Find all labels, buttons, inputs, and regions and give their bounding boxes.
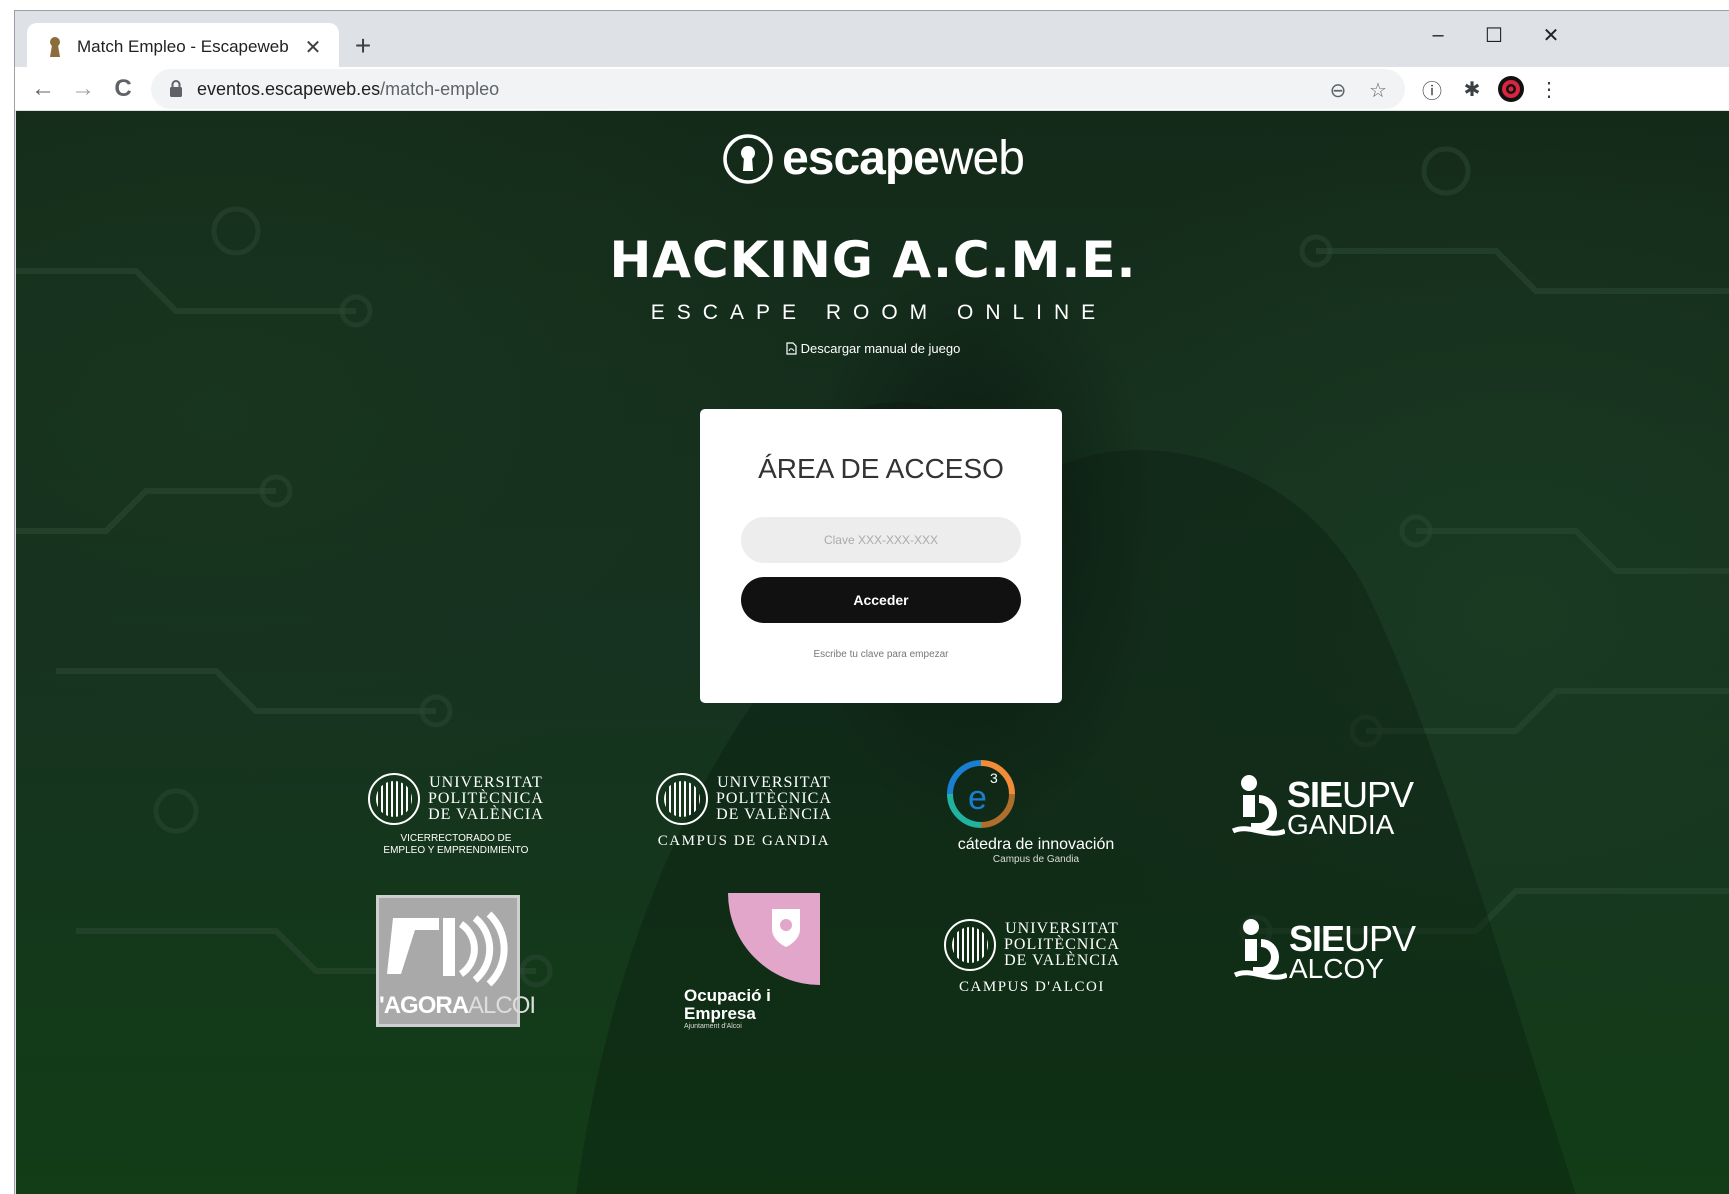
upv-seal-icon [944,919,996,971]
back-icon[interactable]: ← [27,73,59,105]
upv-vice-line3: DE VALÈNCIA [428,806,544,823]
keyhole-logo-icon [723,133,773,184]
close-window-button[interactable]: ✕ [1525,15,1577,55]
login-hint: Escribe tu clave para empezar [813,649,949,660]
page-subtitle: ESCAPE ROOM ONLINE [650,301,1108,324]
catedra-innovacion-logo: e 3 cátedra de innovación Campus de Gand… [946,759,1126,865]
sie-mark-icon [1233,919,1287,980]
acceder-button[interactable]: Acceder [741,577,1021,623]
tab-strip: Match Empleo - Escapeweb ✕ + – ☐ ✕ [15,11,1729,71]
upv-gandia-line1: UNIVERSITAT [717,774,831,791]
agora-mark-icon [387,911,508,987]
svg-text:e: e [968,779,987,817]
agora-light: ALCOI [468,992,536,1019]
new-tab-button[interactable]: + [345,29,381,65]
upv-seal-icon [368,773,420,825]
download-manual-link[interactable]: Descargar manual de juego [16,341,1729,356]
logo-text: escapeweb [782,131,1025,186]
url-path: /match-empleo [380,78,500,99]
browser-toolbar: ← → C eventos.escapeweb.es/match-empleo … [15,67,1729,111]
agora-bold: 'AGORA [379,992,469,1019]
page-title: HACKING A.C.M.E. [609,231,1137,289]
forward-icon[interactable]: → [67,73,99,105]
sie-mark-icon [1231,775,1285,836]
chrome-menu-icon[interactable]: ⋮ [1535,75,1563,103]
upv-alcoi-line1: UNIVERSITAT [1005,920,1119,937]
lock-icon [170,80,182,97]
keyhole-favicon-icon [47,36,63,58]
upv-alcoi-line2: POLITÈCNICA [1004,936,1120,953]
extensions-puzzle-icon[interactable]: ✱ [1458,75,1486,103]
address-bar[interactable]: eventos.escapeweb.es/match-empleo ⊖ ☆ [151,69,1405,109]
profile-avatar-icon[interactable] [1497,75,1525,103]
catedra-name: cátedra de innovación [957,836,1115,853]
zoom-icon[interactable]: ⊖ [1325,77,1351,103]
upv-vice-sub2: EMPLEO Y EMPRENDIMIENTO [383,845,529,856]
url-domain: eventos.escapeweb.es [197,78,381,99]
upv-vice-line1: UNIVERSITAT [429,774,543,791]
upv-alcoi-sub: CAMPUS D'ALCOI [959,979,1105,995]
svg-text:3: 3 [990,770,998,786]
upv-vice-line2: POLITÈCNICA [428,790,544,807]
upv-gandia-line2: POLITÈCNICA [716,790,832,807]
upv-seal-icon [656,773,708,825]
download-manual-label: Descargar manual de juego [800,341,961,356]
reload-icon[interactable]: C [107,73,139,105]
upv-campus-alcoi-logo: UNIVERSITAT POLITÈCNICA DE VALÈNCIA CAMP… [944,919,1120,996]
upv-alcoi-line3: DE VALÈNCIA [1004,952,1120,969]
tab-close-icon[interactable]: ✕ [301,35,325,60]
sie-alcoy-place: ALCOY [1289,953,1384,984]
catedra-sub: Campus de Gandia [992,854,1080,865]
upv-gandia-sub: CAMPUS DE GANDIA [657,833,831,849]
sieupv-gandia-logo: SIEUPV GANDIA [1229,773,1414,843]
e3-logo-icon: e 3 [947,760,1015,828]
ocupacio-empresa-logo: Ocupació i Empresa Ajuntament d'Alcoi [684,893,824,1030]
escapeweb-logo: escapeweb [16,131,1729,186]
minimize-button[interactable]: – [1412,15,1464,55]
page-content: escapeweb HACKING A.C.M.E. ESCAPE ROOM O… [16,111,1729,1194]
logo-text-light: web [938,132,1025,185]
tab-title: Match Empleo - Escapeweb [77,37,289,56]
login-card: ÁREA DE ACCESO Acceder Escribe tu clave … [700,409,1062,703]
ocupacio-line2: Empresa [684,1004,756,1023]
upv-campus-gandia-logo: UNIVERSITAT POLITÈCNICA DE VALÈNCIA CAMP… [656,773,832,850]
tab-active[interactable]: Match Empleo - Escapeweb ✕ [27,23,339,71]
access-key-input[interactable] [741,517,1021,563]
sie-gandia-place: GANDIA [1287,809,1395,840]
alcoi-crest-icon [772,909,800,947]
url-text: eventos.escapeweb.es/match-empleo [197,79,499,100]
sieupv-alcoy-logo: SIEUPV ALCOY [1231,917,1416,987]
upv-gandia-line3: DE VALÈNCIA [716,806,832,823]
upv-vicerrectorado-logo: UNIVERSITAT POLITÈCNICA DE VALÈNCIA VICE… [368,773,544,857]
ocupacio-sub: Ajuntament d'Alcoi [684,1023,742,1030]
logo-text-bold: escape [782,132,940,185]
ocupacio-shape [728,893,820,985]
info-extension-icon[interactable]: ⓘ [1418,75,1446,103]
login-heading: ÁREA DE ACCESO [758,453,1004,484]
agora-alcoi-logo: 'AGORAALCOI [376,895,536,1027]
ocupacio-line1: Ocupació i [684,986,771,1005]
upv-vice-sub1: VICERRECTORADO DE [400,833,512,844]
pdf-file-icon [786,342,797,355]
maximize-button[interactable]: ☐ [1468,15,1520,55]
bookmark-star-icon[interactable]: ☆ [1365,77,1391,103]
browser-window: Match Empleo - Escapeweb ✕ + – ☐ ✕ ← → C… [14,10,1729,1194]
